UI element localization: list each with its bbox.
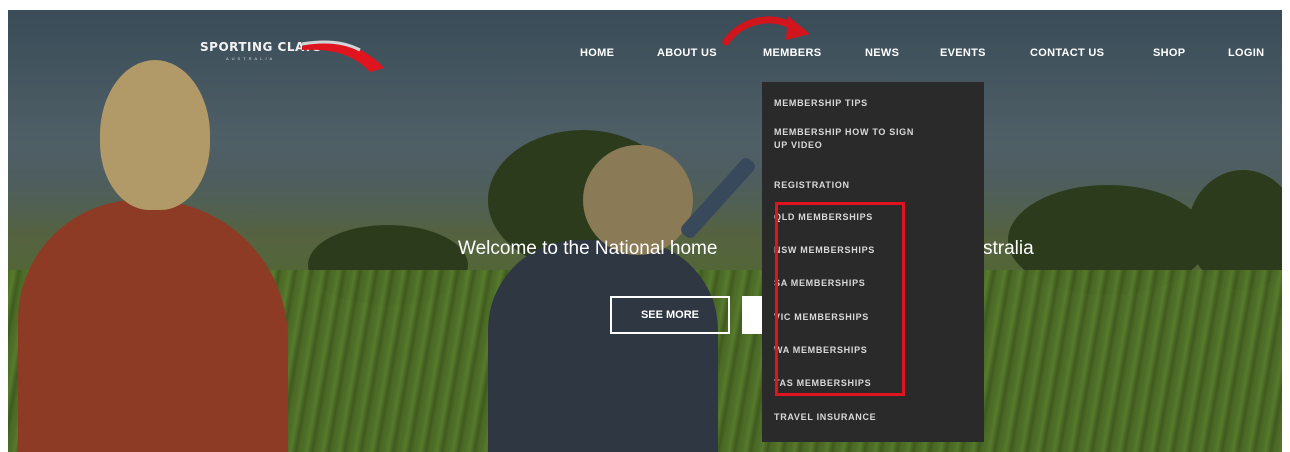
logo-swoosh-icon	[301, 40, 384, 72]
menu-item-registration[interactable]: REGISTRATION	[774, 180, 850, 190]
site-logo-subtext: AUSTRALIA	[226, 56, 276, 61]
curved-arrow-icon	[722, 16, 810, 46]
secondary-button[interactable]	[742, 296, 762, 334]
hero-image	[8, 10, 1282, 452]
menu-item-travel-insurance[interactable]: TRAVEL INSURANCE	[774, 412, 876, 422]
page: SPORTING CLAYS AUSTRALIA HOME ABOUT US M…	[0, 0, 1290, 452]
nav-login[interactable]: LOGIN	[1228, 47, 1264, 59]
menu-item-membership-tips[interactable]: MEMBERSHIP TIPS	[774, 98, 868, 108]
nav-events[interactable]: EVENTS	[940, 47, 986, 59]
welcome-heading: Welcome to the National home	[458, 238, 718, 259]
red-highlight-box	[775, 202, 905, 396]
person-head	[100, 60, 210, 210]
nav-shop[interactable]: SHOP	[1153, 47, 1185, 59]
nav-contact-us[interactable]: CONTACT US	[1030, 47, 1104, 59]
nav-news[interactable]: NEWS	[865, 47, 899, 59]
nav-about-us[interactable]: ABOUT US	[657, 47, 717, 59]
nav-home[interactable]: HOME	[580, 47, 614, 59]
see-more-button[interactable]: SEE MORE	[610, 296, 730, 334]
person-foreground	[18, 200, 288, 452]
shooter-person	[488, 240, 718, 452]
menu-item-membership-how-to[interactable]: MEMBERSHIP HOW TO SIGN	[774, 127, 914, 137]
welcome-heading-tail: stralia	[983, 238, 1034, 259]
menu-item-membership-how-to-cont[interactable]: UP VIDEO	[774, 140, 822, 150]
nav-members[interactable]: MEMBERS	[763, 47, 821, 59]
